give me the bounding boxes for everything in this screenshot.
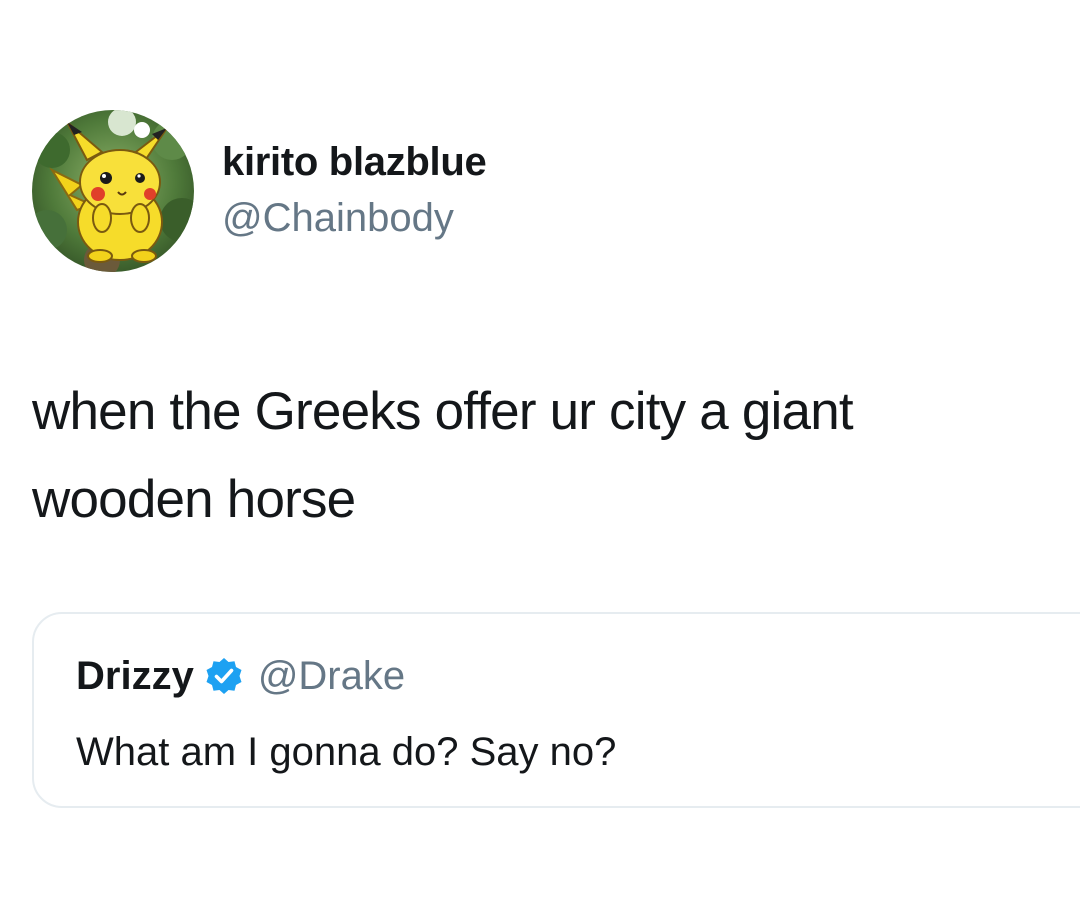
pikachu-avatar-icon	[32, 110, 194, 272]
author-info: kirito blazblue @Chainbody	[222, 138, 487, 242]
quoted-author-display-name[interactable]: Drizzy	[76, 652, 194, 700]
author-handle[interactable]: @Chainbody	[222, 194, 486, 242]
author-display-name[interactable]: kirito blazblue	[222, 138, 487, 186]
quoted-author-handle[interactable]: @Drake	[258, 652, 405, 700]
quoted-tweet-text: What am I gonna do? Say no?	[76, 730, 617, 774]
quoted-tweet-card[interactable]: Drizzy @Drake What am I gonna do? Say no…	[32, 612, 1080, 808]
quoted-tweet-header: Drizzy @Drake	[76, 652, 405, 700]
tweet: kirito blazblue @Chainbody when the Gree…	[0, 0, 1080, 916]
verified-badge-icon	[204, 656, 244, 696]
tweet-text: when the Greeks offer ur city a giant wo…	[32, 382, 854, 529]
avatar[interactable]	[32, 110, 194, 272]
